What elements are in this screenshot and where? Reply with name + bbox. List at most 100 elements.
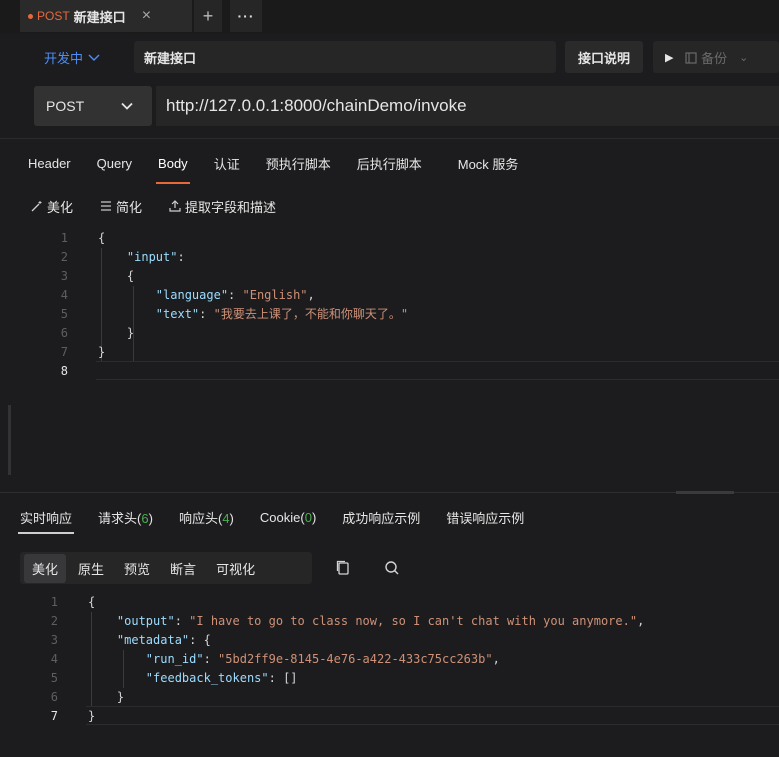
code-text: "run_id": "5bd2ff9e-8145-4e76-a422-433c7… bbox=[145, 652, 500, 666]
view-visualize[interactable]: 可视化 bbox=[208, 554, 263, 583]
code-line: 7 } bbox=[0, 343, 779, 362]
response-tabs: 实时响应 请求头(6) 响应头(4) Cookie(0) 成功响应示例 错误响应… bbox=[0, 506, 779, 534]
line-number: 2 bbox=[50, 614, 58, 628]
more-icon[interactable]: ··· bbox=[230, 0, 262, 32]
backup-button[interactable]: 备份 bbox=[685, 48, 727, 67]
request-tabs: Header Query Body 认证 预执行脚本 后执行脚本 Mock 服务 bbox=[0, 150, 779, 184]
current-line-highlight bbox=[96, 361, 779, 380]
chevron-down-icon[interactable]: ⌄ bbox=[739, 51, 748, 64]
code-text: } bbox=[126, 326, 135, 340]
interface-doc-button[interactable]: 接口说明 bbox=[565, 41, 643, 73]
line-number: 6 bbox=[60, 326, 68, 340]
tab-body[interactable]: Body bbox=[156, 156, 190, 184]
tab-success-example[interactable]: 成功响应示例 bbox=[342, 508, 420, 527]
tab-error-example[interactable]: 错误响应示例 bbox=[446, 508, 524, 527]
code-text: "input": bbox=[126, 250, 185, 264]
beautify-button[interactable]: 美化 bbox=[30, 197, 73, 216]
add-icon[interactable]: + bbox=[194, 0, 222, 32]
tab-pre-script[interactable]: 预执行脚本 bbox=[266, 154, 331, 177]
line-number: 3 bbox=[60, 269, 68, 283]
tab-mock[interactable]: Mock 服务 bbox=[458, 154, 519, 177]
code-text: { bbox=[98, 231, 106, 245]
tab-response-headers[interactable]: 响应头(4) bbox=[179, 508, 234, 527]
tab-title: 新建接口 bbox=[73, 9, 126, 25]
resize-handle[interactable] bbox=[676, 491, 734, 494]
url-input[interactable]: http://127.0.0.1:8000/chainDemo/invoke bbox=[156, 86, 779, 126]
body-toolbar: 美化 简化 提取字段和描述 bbox=[30, 196, 276, 216]
view-raw[interactable]: 原生 bbox=[70, 554, 112, 583]
chevron-down-icon bbox=[88, 54, 100, 61]
tab-new-interface[interactable]: POST 新建接口 × bbox=[20, 0, 192, 32]
method-select[interactable]: POST bbox=[34, 86, 152, 126]
line-number: 3 bbox=[50, 633, 58, 647]
code-text: } bbox=[98, 345, 106, 359]
search-icon[interactable] bbox=[382, 558, 402, 578]
tab-cookie[interactable]: Cookie(0) bbox=[260, 510, 316, 525]
code-line: 5 "feedback_tokens": [] bbox=[0, 669, 769, 688]
line-number: 8 bbox=[60, 364, 68, 378]
request-body-editor[interactable]: 1 { 2 "input": 3 { 4 "language": "Englis… bbox=[0, 226, 779, 492]
simplify-button[interactable]: 简化 bbox=[99, 197, 142, 216]
code-line: 3 { bbox=[0, 267, 779, 286]
code-line: 3 "metadata": { bbox=[0, 631, 769, 650]
line-number: 2 bbox=[60, 250, 68, 264]
scrollbar[interactable] bbox=[8, 405, 11, 475]
code-line: 4 "run_id": "5bd2ff9e-8145-4e76-a422-433… bbox=[0, 650, 769, 669]
line-number: 5 bbox=[60, 307, 68, 321]
divider bbox=[0, 138, 779, 139]
code-line: 6 } bbox=[0, 688, 769, 707]
simplify-label: 简化 bbox=[116, 199, 143, 215]
current-line-highlight bbox=[86, 706, 779, 725]
beautify-label: 美化 bbox=[47, 199, 74, 215]
tab-header[interactable]: Header bbox=[28, 156, 71, 175]
code-text: "metadata": { bbox=[116, 633, 211, 647]
line-number: 4 bbox=[60, 288, 68, 302]
play-icon[interactable]: ▶ bbox=[665, 51, 673, 64]
code-text: "text": "我要去上课了，不能和你聊天了。" bbox=[155, 307, 409, 321]
view-preview[interactable]: 预览 bbox=[116, 554, 158, 583]
code-text: "feedback_tokens": [] bbox=[145, 671, 298, 685]
code-text: "output": "I have to go to class now, so… bbox=[116, 614, 645, 628]
line-number: 5 bbox=[50, 671, 58, 685]
response-view-toolbar: 美化 原生 预览 断言 可视化 bbox=[20, 552, 312, 584]
divider bbox=[0, 492, 779, 493]
tab-realtime-response[interactable]: 实时响应 bbox=[17, 508, 75, 534]
code-line: 6 } bbox=[0, 324, 779, 343]
run-backup-group[interactable]: ▶ 备份 ⌄ bbox=[653, 41, 779, 73]
tab-auth[interactable]: 认证 bbox=[214, 154, 240, 177]
code-line: 4 "language": "English", bbox=[0, 286, 779, 305]
code-text: { bbox=[126, 269, 135, 283]
backup-icon bbox=[685, 51, 698, 64]
chevron-down-icon bbox=[121, 102, 133, 110]
tab-post-script[interactable]: 后执行脚本 bbox=[357, 154, 422, 177]
status-label: 开发中 bbox=[44, 50, 84, 66]
method-label: POST bbox=[46, 98, 85, 114]
tab-request-headers[interactable]: 请求头(6) bbox=[98, 508, 153, 527]
line-number: 1 bbox=[50, 595, 58, 609]
status-select[interactable]: 开发中 bbox=[44, 43, 126, 71]
line-number: 4 bbox=[50, 652, 58, 666]
code-text: { bbox=[88, 595, 96, 609]
simplify-icon bbox=[101, 201, 112, 211]
code-line: 1 { bbox=[0, 593, 769, 612]
backup-label: 备份 bbox=[701, 50, 728, 66]
tab-method: POST bbox=[37, 9, 70, 23]
unsaved-dot-icon bbox=[28, 13, 33, 19]
view-assert[interactable]: 断言 bbox=[162, 554, 204, 583]
code-text: "language": "English", bbox=[155, 288, 315, 302]
interface-name-input[interactable]: 新建接口 bbox=[134, 41, 556, 73]
line-number: 1 bbox=[60, 231, 68, 245]
response-body-viewer[interactable]: 1 { 2 "output": "I have to go to class n… bbox=[0, 590, 779, 757]
view-beautify[interactable]: 美化 bbox=[24, 553, 67, 583]
line-number: 7 bbox=[50, 709, 58, 723]
code-line: 2 "output": "I have to go to class now, … bbox=[0, 612, 769, 631]
close-icon[interactable]: × bbox=[142, 7, 151, 25]
tab-query[interactable]: Query bbox=[97, 156, 132, 175]
code-line: 1 { bbox=[0, 229, 779, 248]
copy-icon[interactable] bbox=[334, 558, 352, 578]
line-number: 6 bbox=[50, 690, 58, 704]
code-text: } bbox=[116, 690, 125, 704]
extract-fields-button[interactable]: 提取字段和描述 bbox=[168, 197, 276, 216]
line-number: 7 bbox=[60, 345, 68, 359]
extract-icon bbox=[169, 200, 181, 212]
